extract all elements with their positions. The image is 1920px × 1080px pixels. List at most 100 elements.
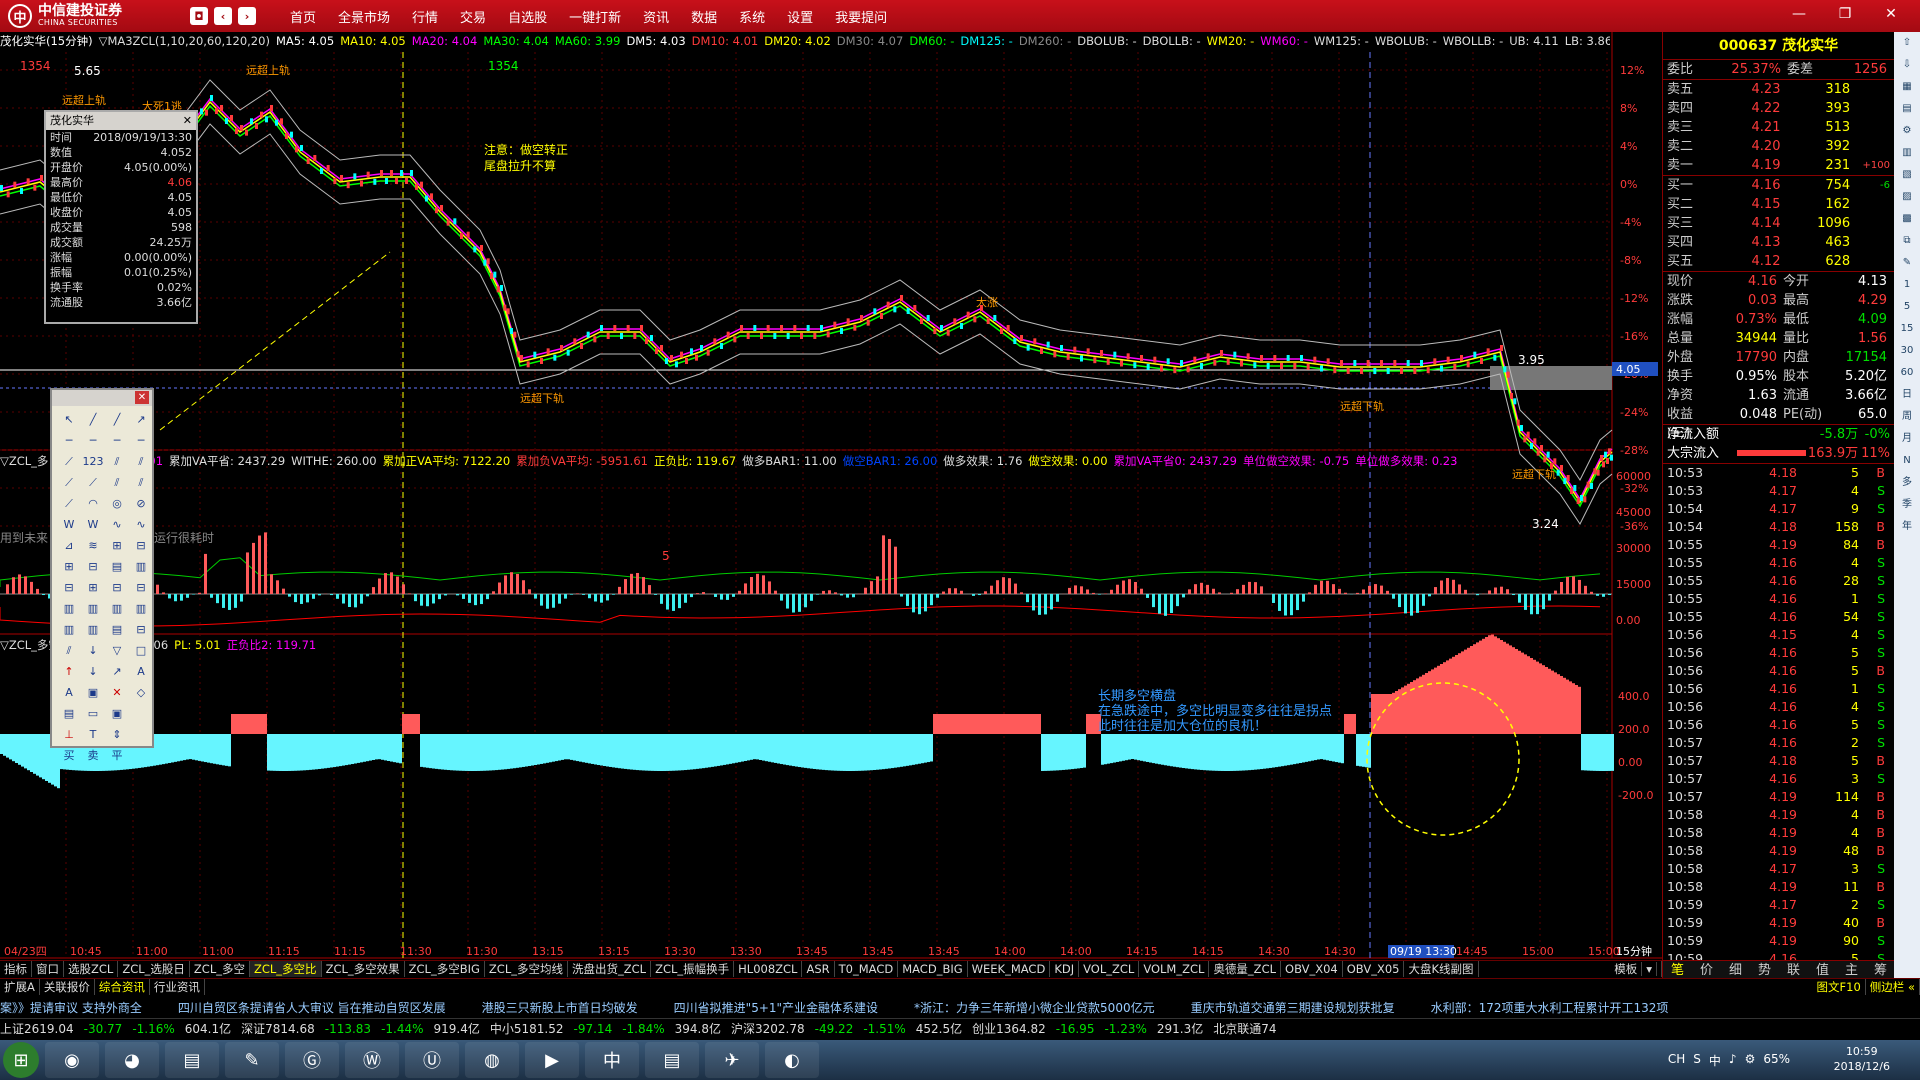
template-tab[interactable]: ▾: [1642, 962, 1657, 976]
drawing-tool-icon[interactable]: 卖: [82, 746, 104, 765]
taskbar-app-icon[interactable]: ✎: [225, 1042, 279, 1078]
drawing-tool-icon[interactable]: ↗: [106, 662, 128, 681]
tray-icon[interactable]: ⚙: [1745, 1052, 1756, 1069]
drawing-tool-icon[interactable]: ⊟: [130, 578, 152, 597]
menu-item-7[interactable]: 数据: [691, 7, 717, 26]
menu-item-3[interactable]: 交易: [460, 7, 486, 26]
drawing-tool-icon[interactable]: ▤: [106, 557, 128, 576]
menu-item-8[interactable]: 系统: [739, 7, 765, 26]
minimize-icon[interactable]: —: [1776, 6, 1822, 22]
ask-row[interactable]: 卖二 4.20 392: [1663, 137, 1894, 156]
news-item[interactable]: 四川自贸区条提请省人大审议 旨在推动自贸区发展: [178, 1001, 446, 1015]
drawing-tool-icon[interactable]: 买: [58, 746, 80, 765]
side-tool-icon[interactable]: 15: [1894, 318, 1920, 340]
tray-icon[interactable]: 中: [1709, 1052, 1721, 1069]
back-icon[interactable]: ‹: [214, 7, 232, 25]
drawing-tool-icon[interactable]: ⊘: [130, 494, 152, 513]
bid-row[interactable]: 买四 4.13 463: [1663, 233, 1894, 252]
menu-item-9[interactable]: 设置: [787, 7, 813, 26]
side-tool-icon[interactable]: ▧: [1894, 164, 1920, 186]
menu-item-5[interactable]: 一键打新: [569, 7, 621, 26]
drawing-tool-icon[interactable]: ∿: [130, 515, 152, 534]
drawing-tool-icon[interactable]: ∿: [106, 515, 128, 534]
drawing-tool-icon[interactable]: ↗: [130, 410, 152, 429]
drawing-tool-icon[interactable]: 123: [82, 452, 104, 471]
drawing-tool-icon[interactable]: ▤: [106, 620, 128, 639]
side-tool-icon[interactable]: ✎: [1894, 252, 1920, 274]
home-icon[interactable]: ◘: [190, 7, 208, 25]
extension-tab[interactable]: 关联报价: [40, 979, 95, 995]
taskbar-app-icon[interactable]: Ⓖ: [285, 1042, 339, 1078]
drawing-tool-icon[interactable]: ↖: [58, 410, 80, 429]
drawing-tool-icon[interactable]: W: [82, 515, 104, 534]
close-icon[interactable]: ✕: [135, 391, 149, 404]
ask-row[interactable]: 卖四 4.22 393: [1663, 99, 1894, 118]
drawing-tool-icon[interactable]: ⫽: [58, 641, 80, 660]
side-tool-icon[interactable]: ▦: [1894, 76, 1920, 98]
side-tab[interactable]: 侧边栏 «: [1866, 979, 1920, 995]
side-tool-icon[interactable]: 1: [1894, 274, 1920, 296]
clock[interactable]: 10:59 2018/12/6: [1834, 1044, 1890, 1074]
drawing-tool-icon[interactable]: ▥: [130, 557, 152, 576]
drawing-tool-icon[interactable]: ▥: [130, 599, 152, 618]
drawing-tool-icon[interactable]: ▽: [106, 641, 128, 660]
indicator-tab[interactable]: ZCL_选股日: [118, 961, 190, 977]
bid-row[interactable]: 买二 4.15 162: [1663, 195, 1894, 214]
drawing-tool-icon[interactable]: ⊟: [82, 557, 104, 576]
drawing-tool-icon[interactable]: ⊟: [58, 578, 80, 597]
side-tool-icon[interactable]: 60: [1894, 362, 1920, 384]
drawing-tool-icon[interactable]: ▥: [106, 599, 128, 618]
drawing-tool-icon[interactable]: ─: [106, 431, 128, 450]
drawing-tool-icon[interactable]: ⊞: [106, 536, 128, 555]
side-tool-icon[interactable]: ⇧: [1894, 32, 1920, 54]
stock-code-name[interactable]: 000637 茂化实华: [1663, 32, 1894, 60]
ask-row[interactable]: 卖五 4.23 318: [1663, 80, 1894, 99]
drawing-tool-icon[interactable]: ↓: [82, 641, 104, 660]
taskbar-app-icon[interactable]: ◐: [765, 1042, 819, 1078]
tray-icon[interactable]: CH: [1668, 1052, 1685, 1069]
drawing-tool-icon[interactable]: W: [58, 515, 80, 534]
side-tool-icon[interactable]: 30: [1894, 340, 1920, 362]
taskbar-app-icon[interactable]: Ⓦ: [345, 1042, 399, 1078]
side-tool-icon[interactable]: ▨: [1894, 186, 1920, 208]
news-item[interactable]: *浙江：力争三年新增小微企业贷款5000亿元: [914, 1001, 1155, 1015]
drawing-tool-icon[interactable]: ▤: [58, 704, 80, 723]
menu-item-10[interactable]: 我要提问: [835, 7, 887, 26]
drawing-tool-icon[interactable]: A: [130, 662, 152, 681]
drawing-tool-icon[interactable]: ⫽: [106, 452, 128, 471]
drawing-tool-icon[interactable]: ╱: [106, 410, 128, 429]
drawing-tool-icon[interactable]: ⊟: [130, 620, 152, 639]
side-tool-icon[interactable]: 日: [1894, 384, 1920, 406]
indicator-tab[interactable]: T0_MACD: [835, 961, 899, 977]
drawing-tool-icon[interactable]: ▭: [82, 704, 104, 723]
extension-tab[interactable]: 综合资讯: [95, 979, 150, 995]
side-tool-icon[interactable]: ▤: [1894, 98, 1920, 120]
side-tool-icon[interactable]: N: [1894, 450, 1920, 472]
tray-icon[interactable]: 65%: [1763, 1052, 1790, 1069]
crosshair-info-window[interactable]: 茂化实华 ✕ 时间 2018/09/19/13:30 数值 4.052 开盘价 4.05(…: [44, 110, 198, 324]
ask-row[interactable]: 卖三 4.21 513: [1663, 118, 1894, 137]
drawing-tool-icon[interactable]: [130, 725, 152, 744]
drawing-tool-icon[interactable]: ⊥: [58, 725, 80, 744]
drawing-tool-icon[interactable]: ⊞: [82, 578, 104, 597]
news-item[interactable]: 案》》提请审议 支持外商全: [0, 1001, 142, 1015]
close-icon[interactable]: ✕: [183, 112, 192, 130]
taskbar-app-icon[interactable]: ◕: [105, 1042, 159, 1078]
drawing-tool-icon[interactable]: ⊞: [58, 557, 80, 576]
drawing-tool-icon[interactable]: ╱: [82, 410, 104, 429]
indicator-tab[interactable]: MACD_BIG: [898, 961, 968, 977]
drawing-tool-icon[interactable]: ▥: [58, 620, 80, 639]
broker-logo[interactable]: 中 中信建投证券 CHINA SECURITIES: [0, 0, 190, 32]
drawing-tool-icon[interactable]: ⟋: [58, 473, 80, 492]
drawing-tool-icon[interactable]: ─: [130, 431, 152, 450]
drawing-tool-icon[interactable]: ⊟: [130, 536, 152, 555]
indicator-tab[interactable]: OBV_X05: [1343, 961, 1405, 977]
indicator-tab[interactable]: KDJ: [1050, 961, 1080, 977]
drawing-tool-icon[interactable]: □: [130, 641, 152, 660]
forward-icon[interactable]: ›: [238, 7, 256, 25]
side-tool-icon[interactable]: ⧉: [1894, 230, 1920, 252]
menu-item-1[interactable]: 全景市场: [338, 7, 390, 26]
indicator-tab[interactable]: VOL_ZCL: [1079, 961, 1140, 977]
drawing-tool-icon[interactable]: ◠: [82, 494, 104, 513]
drawing-tool-icon[interactable]: ✕: [106, 683, 128, 702]
